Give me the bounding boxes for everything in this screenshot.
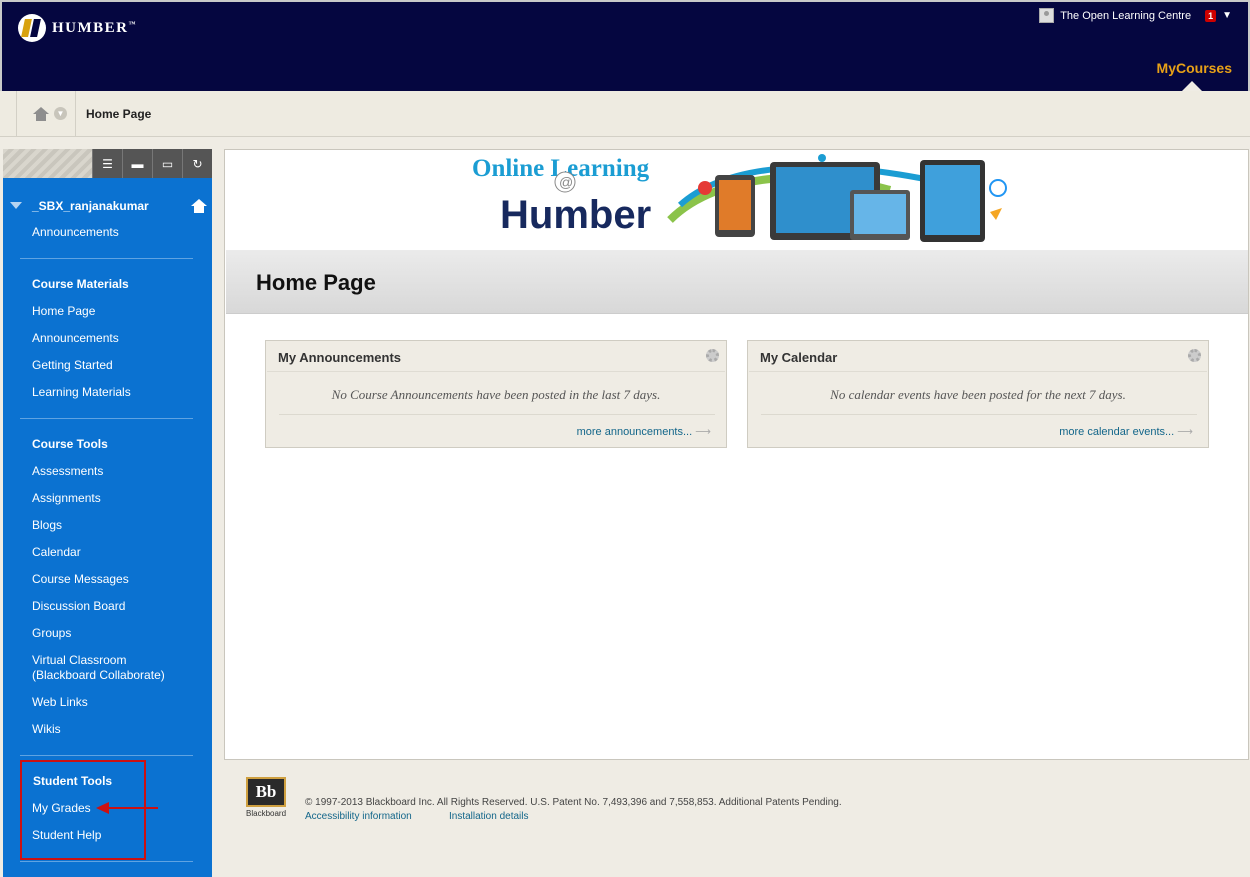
more-calendar-events-link[interactable]: more calendar events... ⟶ bbox=[1059, 425, 1193, 438]
accessibility-link[interactable]: Accessibility information bbox=[305, 811, 412, 822]
user-name[interactable]: The Open Learning Centre bbox=[1060, 10, 1191, 22]
breadcrumb: ▼ Home Page bbox=[16, 91, 1246, 136]
module-message: No calendar events have been posted for … bbox=[830, 387, 1126, 402]
divider bbox=[279, 414, 715, 415]
top-header: HUMBER™ The Open Learning Centre 1 ▼ MyC… bbox=[0, 0, 1250, 91]
module-title: My Calendar bbox=[760, 350, 838, 365]
virtual-classroom-line1: Virtual Classroom bbox=[32, 653, 127, 667]
module-my-calendar: My Calendar No calendar events have been… bbox=[747, 340, 1209, 448]
home-icon[interactable] bbox=[191, 199, 207, 213]
sidebar-item-assignments[interactable]: Assignments bbox=[32, 491, 101, 506]
user-avatar-icon bbox=[1039, 8, 1055, 23]
sidebar-view-buttons: ☰ ▬ ▭ ↻ bbox=[92, 149, 212, 178]
copyright-text: © 1997-2013 Blackboard Inc. All Rights R… bbox=[305, 797, 842, 808]
sidebar-item-virtual-classroom[interactable]: Virtual Classroom (Blackboard Collaborat… bbox=[32, 653, 165, 683]
section-heading-course-materials[interactable]: Course Materials bbox=[32, 277, 129, 292]
collapse-triangle-icon[interactable] bbox=[10, 202, 22, 209]
sidebar-item-blogs[interactable]: Blogs bbox=[32, 518, 62, 533]
arrow-right-icon: ⟶ bbox=[1174, 426, 1193, 438]
breadcrumb-divider bbox=[75, 91, 76, 136]
content-area: Online Learning @ Humber Home Page My An… bbox=[224, 149, 1249, 760]
blackboard-logo-icon: Bb bbox=[246, 777, 286, 807]
sidebar-item-learning-materials[interactable]: Learning Materials bbox=[32, 385, 131, 400]
divider bbox=[20, 258, 193, 259]
chevron-down-icon[interactable]: ▼ bbox=[1222, 10, 1232, 21]
breadcrumb-bar: ▼ Home Page bbox=[0, 91, 1250, 137]
sidebar-item-getting-started[interactable]: Getting Started bbox=[32, 358, 113, 373]
breadcrumb-current: Home Page bbox=[86, 106, 152, 121]
sidebar-item-announcements[interactable]: Announcements bbox=[32, 225, 119, 240]
humber-logo-icon bbox=[18, 14, 46, 42]
page-header: Home Page bbox=[226, 250, 1248, 314]
banner-at: @ bbox=[559, 174, 573, 190]
sidebar-item-assessments[interactable]: Assessments bbox=[32, 464, 103, 479]
gear-icon[interactable] bbox=[1188, 349, 1201, 362]
logo-text: HUMBER™ bbox=[52, 19, 137, 36]
active-tab-indicator bbox=[1182, 81, 1202, 91]
sidebar-item-course-messages[interactable]: Course Messages bbox=[32, 572, 129, 587]
banner-line2: Humber bbox=[500, 193, 651, 237]
module-my-announcements: My Announcements No Course Announcements… bbox=[265, 340, 727, 448]
arrow-right-icon: ⟶ bbox=[692, 426, 711, 438]
module-message: No Course Announcements have been posted… bbox=[331, 387, 661, 402]
sidebar-item-announcements[interactable]: Announcements bbox=[32, 331, 119, 346]
module-body: No Course Announcements have been posted… bbox=[267, 371, 725, 447]
notification-badge[interactable]: 1 bbox=[1205, 9, 1217, 22]
user-menu[interactable]: The Open Learning Centre 1 ▼ bbox=[1039, 8, 1232, 23]
tab-mycourses[interactable]: MyCourses bbox=[1157, 60, 1232, 76]
folder-view-icon[interactable]: ▬ bbox=[122, 149, 152, 178]
humber-logo[interactable]: HUMBER™ bbox=[18, 14, 137, 42]
online-learning-banner: Online Learning @ Humber bbox=[472, 154, 1007, 242]
refresh-icon[interactable]: ↻ bbox=[182, 149, 212, 178]
divider bbox=[20, 861, 193, 862]
annotation-arrow-icon bbox=[96, 802, 158, 814]
divider bbox=[20, 755, 193, 756]
sidebar-toolbar: ☰ ▬ ▭ ↻ bbox=[3, 149, 212, 178]
more-announcements-link[interactable]: more announcements... ⟶ bbox=[577, 425, 711, 438]
module-body: No calendar events have been posted for … bbox=[749, 371, 1207, 447]
sidebar-item-web-links[interactable]: Web Links bbox=[32, 695, 88, 710]
home-icon[interactable] bbox=[33, 106, 49, 121]
gear-icon[interactable] bbox=[706, 349, 719, 362]
window-icon[interactable]: ▭ bbox=[152, 149, 182, 178]
divider bbox=[20, 418, 193, 419]
sidebar-item-groups[interactable]: Groups bbox=[32, 626, 71, 641]
sidebar-item-wikis[interactable]: Wikis bbox=[32, 722, 61, 737]
blackboard-logo[interactable]: Bb Blackboard bbox=[246, 777, 290, 821]
installation-details-link[interactable]: Installation details bbox=[449, 811, 529, 822]
blackboard-logo-word: Blackboard bbox=[246, 809, 287, 818]
sidebar-item-calendar[interactable]: Calendar bbox=[32, 545, 81, 560]
sidebar-item-discussion-board[interactable]: Discussion Board bbox=[32, 599, 125, 614]
sidebar-item-home-page[interactable]: Home Page bbox=[32, 304, 95, 319]
course-name[interactable]: _SBX_ranjanakumar bbox=[32, 199, 149, 213]
divider bbox=[761, 414, 1197, 415]
section-heading-course-tools[interactable]: Course Tools bbox=[32, 437, 108, 452]
page-title: Home Page bbox=[256, 270, 376, 295]
list-view-icon[interactable]: ☰ bbox=[92, 149, 122, 178]
virtual-classroom-line2: (Blackboard Collaborate) bbox=[32, 668, 165, 682]
module-title: My Announcements bbox=[278, 350, 402, 365]
chevron-down-icon[interactable]: ▼ bbox=[54, 107, 67, 120]
